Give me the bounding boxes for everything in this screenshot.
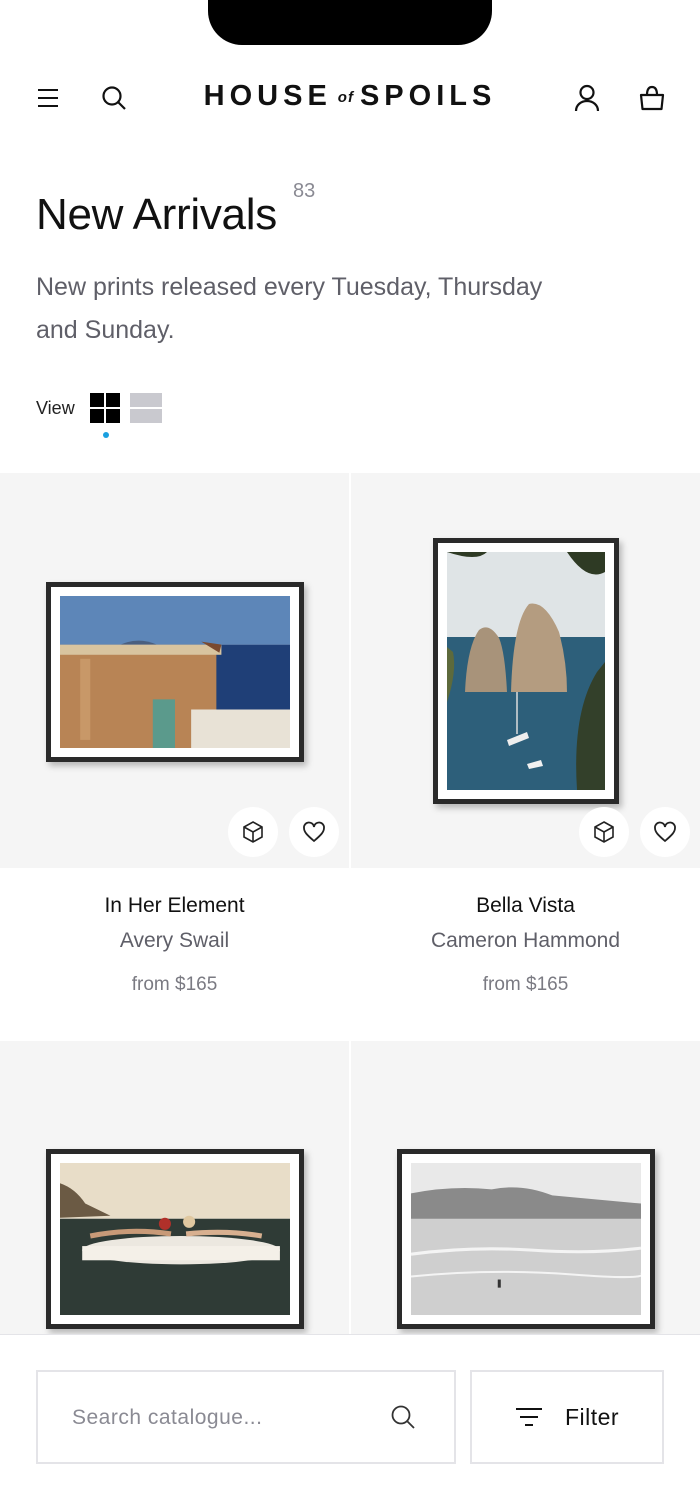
product-photo — [60, 1163, 290, 1315]
product-info: Bella Vista Cameron Hammond from $165 — [351, 868, 700, 1040]
product-photo — [411, 1163, 641, 1315]
heart-icon[interactable] — [640, 807, 690, 857]
product-photo — [447, 552, 605, 790]
framed-print — [46, 582, 304, 762]
grid-divider — [349, 473, 351, 1373]
framed-print — [397, 1149, 655, 1329]
device-notch — [208, 0, 492, 45]
product-count: 83 — [293, 180, 316, 202]
selected-view-indicator — [103, 432, 109, 438]
product-name[interactable]: Bella Vista — [351, 894, 700, 918]
view-label: View — [36, 398, 75, 418]
filter-label: Filter — [564, 1403, 620, 1430]
product-photo — [60, 596, 290, 748]
3d-cube-icon[interactable] — [228, 807, 278, 857]
product-price: from $165 — [131, 974, 218, 995]
product-name[interactable]: In Her Element — [0, 894, 349, 918]
brand-logo[interactable]: HOUSE of SPOILS — [150, 80, 550, 113]
shopping-bag-icon[interactable] — [636, 82, 668, 114]
product-artist[interactable]: Cameron Hammond — [351, 929, 700, 953]
hamburger-menu-icon[interactable] — [32, 82, 64, 114]
grid-view-icon[interactable] — [90, 393, 122, 425]
logo-word-spoils: SPOILS — [359, 80, 497, 112]
search-input[interactable] — [72, 1400, 372, 1436]
framed-print — [433, 538, 619, 804]
logo-word-house: HOUSE — [203, 80, 332, 112]
user-icon[interactable] — [571, 82, 603, 114]
catalogue-search — [36, 1370, 456, 1464]
page-title: New Arrivals — [36, 190, 277, 239]
bottom-toolbar: Filter — [0, 1334, 700, 1498]
heart-icon[interactable] — [289, 807, 339, 857]
product-info: In Her Element Avery Swail from $165 — [0, 868, 349, 1040]
product-price: from $165 — [482, 974, 569, 995]
3d-cube-icon[interactable] — [579, 807, 629, 857]
filter-button[interactable]: Filter — [470, 1370, 664, 1464]
filter-lines-icon — [515, 1408, 542, 1426]
list-view-icon[interactable] — [130, 393, 162, 425]
page-subtitle: New prints released every Tuesday, Thurs… — [36, 273, 543, 344]
search-icon[interactable] — [98, 82, 130, 114]
framed-print — [46, 1149, 304, 1329]
product-image-area[interactable] — [0, 473, 349, 868]
logo-word-of: of — [337, 89, 354, 106]
search-icon[interactable] — [390, 1404, 420, 1434]
product-artist[interactable]: Avery Swail — [0, 929, 349, 953]
product-image-area[interactable] — [351, 473, 700, 868]
site-header: HOUSE of SPOILS — [0, 60, 700, 136]
